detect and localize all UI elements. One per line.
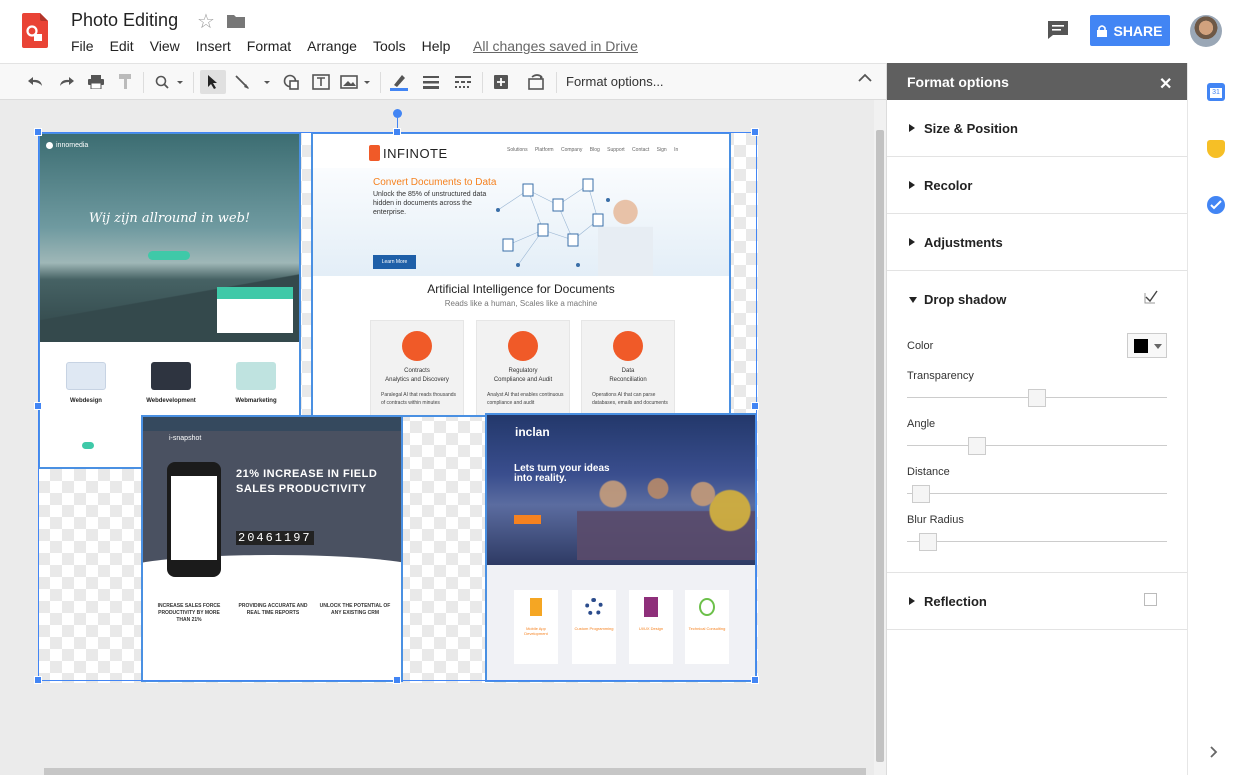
drawings-logo-icon[interactable] <box>22 13 48 48</box>
save-status[interactable]: All changes saved in Drive <box>473 38 638 54</box>
close-icon[interactable]: ✕ <box>1159 74 1172 94</box>
drop-shadow-checkbox-checked-icon[interactable] <box>1144 290 1158 304</box>
document-title[interactable]: Photo Editing <box>71 10 178 31</box>
chevron-right-icon <box>909 597 915 605</box>
transparency-slider-thumb[interactable] <box>1028 389 1046 407</box>
menu-bar: File Edit View Insert Format Arrange Too… <box>71 38 466 54</box>
toolbar-separator <box>482 72 483 93</box>
comments-icon[interactable] <box>1047 20 1069 40</box>
section-drop-shadow: Drop shadow Color Transparency Angle Dis… <box>887 271 1187 573</box>
drawing-app: Photo Editing ☆ File Edit View Insert Fo… <box>0 0 1242 775</box>
lock-icon <box>1097 24 1108 37</box>
distance-slider-thumb[interactable] <box>911 485 930 503</box>
menu-edit[interactable]: Edit <box>110 38 134 54</box>
chevron-up-icon[interactable] <box>858 73 872 83</box>
print-icon[interactable] <box>86 70 106 94</box>
redo-icon[interactable] <box>56 70 76 94</box>
chevron-right-icon <box>909 124 915 132</box>
transparency-label: Transparency <box>907 370 974 382</box>
format-options-button[interactable]: Format options... <box>566 74 664 89</box>
section-size-position[interactable]: Size & Position <box>887 100 1187 157</box>
vertical-scrollbar[interactable] <box>874 100 886 775</box>
menu-arrange[interactable]: Arrange <box>307 38 357 54</box>
chevron-down-icon[interactable] <box>909 297 917 303</box>
zoom-icon[interactable] <box>152 70 186 94</box>
resize-handle-sw[interactable] <box>34 676 42 684</box>
chevron-right-icon[interactable] <box>1210 746 1218 758</box>
section-reflection[interactable]: Reflection <box>887 573 1187 630</box>
keep-bulb-icon[interactable] <box>1207 140 1225 158</box>
app-header: Photo Editing ☆ File Edit View Insert Fo… <box>0 0 1242 63</box>
star-icon[interactable]: ☆ <box>197 9 215 34</box>
angle-slider[interactable] <box>907 445 1167 446</box>
blur-radius-label: Blur Radius <box>907 514 964 526</box>
horizontal-scrollbar[interactable] <box>44 768 866 775</box>
angle-label: Angle <box>907 418 936 430</box>
distance-slider[interactable] <box>907 493 1167 494</box>
border-color-icon[interactable] <box>388 70 410 94</box>
resize-handle-s[interactable] <box>393 676 401 684</box>
angle-slider-thumb[interactable] <box>967 437 986 455</box>
toolbar-separator <box>143 72 144 93</box>
selection-box <box>38 132 757 681</box>
rotate-handle[interactable] <box>393 109 402 118</box>
calendar-icon[interactable]: 31 <box>1207 83 1225 101</box>
panel-header: Format options ✕ <box>887 63 1188 100</box>
color-label: Color <box>907 340 934 352</box>
tasks-check-icon[interactable] <box>1207 196 1225 214</box>
menu-format[interactable]: Format <box>247 38 291 54</box>
blur-radius-slider[interactable] <box>907 541 1167 542</box>
undo-icon[interactable] <box>26 70 46 94</box>
resize-handle-nw[interactable] <box>34 128 42 136</box>
line-tool-icon[interactable] <box>232 70 272 94</box>
text-box-icon[interactable] <box>310 70 332 94</box>
add-comment-icon[interactable] <box>490 70 512 94</box>
menu-view[interactable]: View <box>150 38 180 54</box>
toolbar-separator <box>193 72 194 93</box>
panel-title: Format options <box>907 74 1009 90</box>
format-options-panel: Format options ✕ Size & Position Recolor… <box>886 63 1188 775</box>
shadow-color-picker[interactable] <box>1127 333 1167 358</box>
chevron-right-icon <box>909 238 915 246</box>
shadow-color-swatch <box>1134 339 1148 353</box>
menu-insert[interactable]: Insert <box>196 38 231 54</box>
toolbar-separator <box>556 72 557 93</box>
shape-tool-icon[interactable] <box>280 70 302 94</box>
blur-radius-slider-thumb[interactable] <box>919 533 938 551</box>
section-adjustments[interactable]: Adjustments <box>887 214 1187 271</box>
folder-icon[interactable] <box>227 13 245 29</box>
side-panel-rail: 31 <box>1187 63 1242 775</box>
vertical-scroll-thumb[interactable] <box>876 130 884 762</box>
resize-handle-ne[interactable] <box>751 128 759 136</box>
section-recolor[interactable]: Recolor <box>887 157 1187 214</box>
border-weight-icon[interactable] <box>420 70 442 94</box>
toolbar-separator <box>380 72 381 93</box>
replace-image-icon[interactable] <box>526 70 548 94</box>
image-insert-icon[interactable] <box>338 70 374 94</box>
share-button[interactable]: SHARE <box>1090 15 1170 46</box>
resize-handle-e[interactable] <box>751 402 759 410</box>
drawing-canvas[interactable]: innomedia Wij zijn allround in web! Webd… <box>0 100 874 775</box>
select-pointer-icon[interactable] <box>200 70 226 94</box>
caret-down-icon <box>1154 344 1162 349</box>
chevron-right-icon <box>909 181 915 189</box>
resize-handle-se[interactable] <box>751 676 759 684</box>
resize-handle-w[interactable] <box>34 402 42 410</box>
drop-shadow-label[interactable]: Drop shadow <box>924 292 1006 307</box>
resize-handle-n[interactable] <box>393 128 401 136</box>
paint-format-icon[interactable] <box>116 70 136 94</box>
distance-label: Distance <box>907 466 950 478</box>
menu-file[interactable]: File <box>71 38 94 54</box>
toolbar: Format options... <box>0 63 886 100</box>
menu-tools[interactable]: Tools <box>373 38 406 54</box>
user-avatar[interactable] <box>1190 15 1222 47</box>
reflection-checkbox[interactable] <box>1144 593 1157 606</box>
menu-help[interactable]: Help <box>422 38 451 54</box>
border-dash-icon[interactable] <box>452 70 474 94</box>
share-label: SHARE <box>1113 22 1163 39</box>
